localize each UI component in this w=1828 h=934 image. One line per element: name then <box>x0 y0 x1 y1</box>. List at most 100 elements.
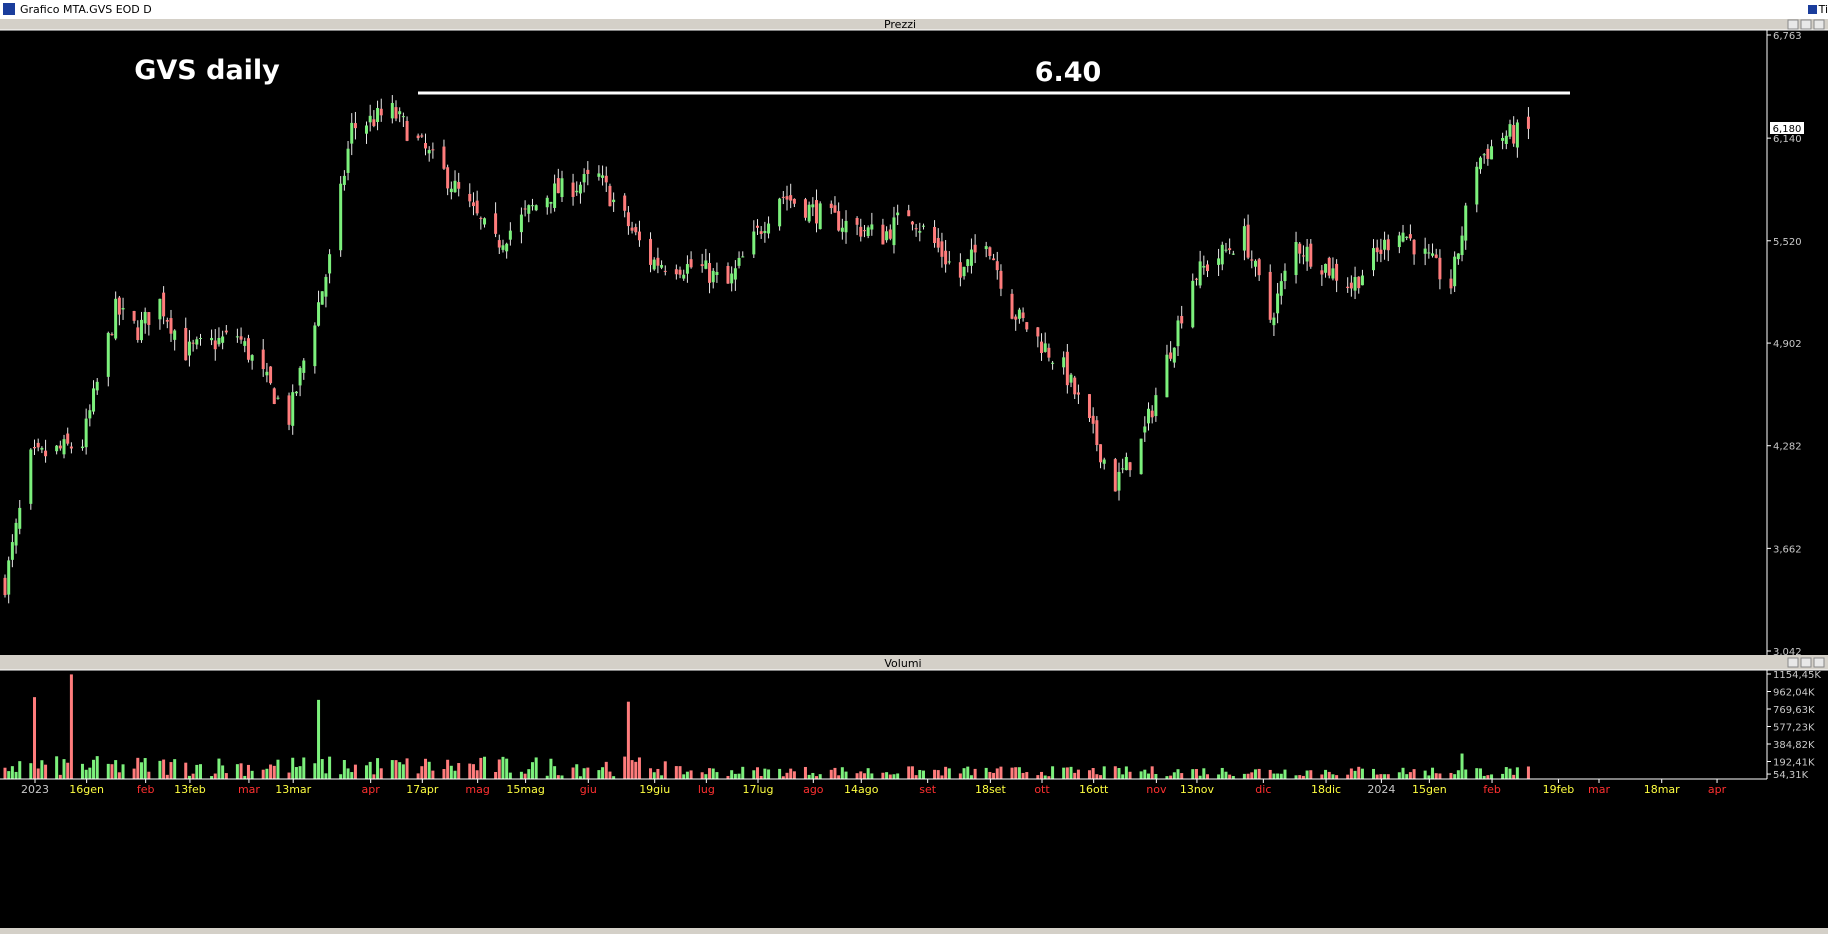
candle-up <box>818 203 822 230</box>
volume-bar <box>427 761 431 779</box>
volume-bar <box>1475 768 1479 779</box>
volume-bar <box>1025 772 1029 779</box>
sheet-tab-bar[interactable] <box>0 928 1828 934</box>
volume-bar <box>398 762 402 779</box>
candle-up <box>1423 248 1427 254</box>
candle-up <box>1324 263 1328 273</box>
candle-down <box>169 318 173 334</box>
candle-up <box>752 231 756 255</box>
x-tick-label: mar <box>1588 783 1610 796</box>
price-panel-buttons[interactable] <box>1787 19 1825 30</box>
candle-up <box>1401 232 1405 242</box>
volume-bar <box>1124 766 1128 779</box>
volume-bar <box>114 760 118 779</box>
volume-bar <box>700 772 704 779</box>
volume-panel-buttons[interactable] <box>1787 657 1825 668</box>
candle-up <box>210 337 214 341</box>
price-tick-label: 6,140 <box>1773 134 1802 145</box>
candle-down <box>1309 243 1313 267</box>
volume-bar <box>888 774 892 779</box>
volume-bar <box>519 771 523 779</box>
x-tick-label: 16ott <box>1079 783 1109 796</box>
candle-up <box>1405 236 1409 238</box>
candle-down <box>272 388 276 404</box>
volume-maximize-button[interactable] <box>1800 657 1812 668</box>
volume-bar <box>1526 766 1530 779</box>
chart-area[interactable]: Prezzi GVS daily 6.40 6,763 6,140 5,520 4,9… <box>0 19 1828 928</box>
window-icon[interactable] <box>1807 5 1817 14</box>
volume-bar <box>910 766 914 779</box>
candle-up <box>866 227 870 236</box>
candle-down <box>708 263 712 283</box>
volume-bar <box>597 770 601 779</box>
candle-up <box>364 125 368 134</box>
x-tick-label: 14ago <box>844 783 879 796</box>
volume-bar <box>339 774 343 779</box>
candle-up <box>1353 277 1357 291</box>
volume-bar <box>778 768 782 779</box>
candle-down <box>1434 254 1438 258</box>
candle-down <box>999 270 1003 289</box>
candle-down <box>184 327 188 361</box>
candle-down <box>394 107 398 119</box>
candle-up <box>505 243 509 252</box>
price-panel-title: Prezzi <box>884 19 916 31</box>
close-button[interactable] <box>1813 19 1825 30</box>
volume-bar <box>785 772 789 779</box>
candle-up <box>763 230 767 234</box>
candle-up <box>80 446 84 449</box>
candle-up <box>7 560 11 595</box>
candle-up <box>158 298 162 320</box>
candle-up <box>1198 261 1202 286</box>
volume-bar <box>1397 772 1401 779</box>
candle-down <box>862 230 866 232</box>
candle-up <box>508 230 512 240</box>
candle-down <box>58 445 62 449</box>
candle-up <box>1220 244 1224 265</box>
volume-bar <box>1069 766 1073 779</box>
window-right-text: Ti <box>1818 3 1828 16</box>
volume-bar <box>287 772 291 779</box>
window-controls[interactable]: Ti <box>1807 2 1828 17</box>
price-tick-label: 3,662 <box>1773 544 1802 555</box>
volume-bar <box>892 774 896 779</box>
candle-up <box>553 183 557 208</box>
candle-down <box>1113 459 1117 492</box>
candle-up <box>1475 166 1479 205</box>
candle-up <box>962 266 966 277</box>
volume-bar <box>368 761 372 779</box>
candle-down <box>1194 278 1198 280</box>
volume-bar <box>217 758 221 779</box>
candle-up <box>390 102 394 119</box>
candle-down <box>988 247 992 256</box>
volume-bar <box>1405 774 1409 779</box>
candle-down <box>910 221 914 225</box>
candle-up <box>844 220 848 233</box>
candle-down <box>755 225 759 228</box>
candle-down <box>556 178 560 194</box>
candle-down <box>678 269 682 275</box>
volume-bar <box>224 773 228 779</box>
volume-bar <box>859 771 863 779</box>
candle-up <box>291 392 295 426</box>
candle-up <box>483 218 487 225</box>
volume-minimize-button[interactable] <box>1787 657 1799 668</box>
candle-down <box>36 442 40 448</box>
candle-down <box>833 205 837 213</box>
volume-bar <box>556 775 560 779</box>
volume-bar <box>379 768 383 779</box>
minimize-button[interactable] <box>1787 19 1799 30</box>
candle-up <box>1224 249 1228 251</box>
volume-bar <box>674 766 678 779</box>
volume-bar <box>921 770 925 779</box>
candle-up <box>317 302 321 326</box>
maximize-button[interactable] <box>1800 19 1812 30</box>
volume-bar <box>364 765 368 779</box>
candle-up <box>560 178 564 198</box>
candle-up <box>1154 395 1158 417</box>
volume-bar <box>652 772 656 779</box>
candle-up <box>376 108 380 122</box>
volume-close-button[interactable] <box>1813 657 1825 668</box>
candle-down <box>494 213 498 234</box>
candle-up <box>1397 235 1401 248</box>
